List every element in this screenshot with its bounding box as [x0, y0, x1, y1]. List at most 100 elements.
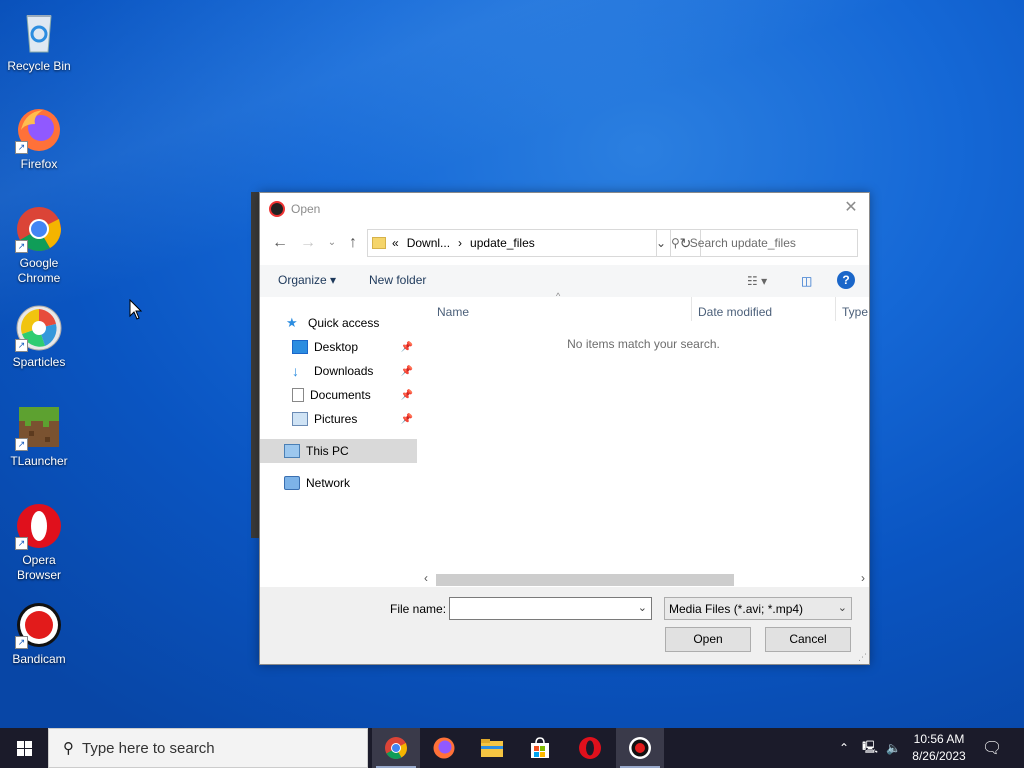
- desktop-icon-opera[interactable]: ↗ Opera Browser: [2, 502, 76, 583]
- file-explorer-icon: [481, 739, 503, 757]
- start-button[interactable]: [0, 728, 48, 768]
- resize-grip-icon[interactable]: ⋰: [858, 652, 867, 663]
- recycle-bin-icon: [15, 8, 63, 56]
- tlauncher-icon: ↗: [15, 403, 63, 451]
- scroll-right-arrow-icon[interactable]: ›: [861, 571, 865, 585]
- desktop-icon-label: Google Chrome: [17, 256, 61, 285]
- dialog-titlebar[interactable]: Open ✕: [260, 193, 869, 224]
- shortcut-arrow-icon: ↗: [15, 438, 28, 451]
- change-view-icon[interactable]: ☷ ▾: [747, 274, 767, 288]
- file-type-filter-value: Media Files (*.avi; *.mp4): [669, 602, 804, 616]
- sparticles-icon: ↗: [15, 304, 63, 352]
- nav-item-label: Documents: [310, 388, 371, 402]
- search-box[interactable]: ⚲ Search update_files: [656, 229, 858, 257]
- bandicam-app-icon: [269, 200, 285, 217]
- downloads-arrow-icon: ↓: [292, 363, 299, 379]
- taskbar-opera[interactable]: [566, 728, 614, 768]
- pin-icon: 📌: [400, 365, 413, 377]
- empty-folder-message: No items match your search.: [567, 337, 720, 351]
- new-folder-button[interactable]: New folder: [369, 273, 426, 287]
- scroll-left-arrow-icon[interactable]: ‹: [424, 571, 428, 585]
- nav-item-quick-access[interactable]: ★ Quick access: [260, 311, 417, 335]
- taskbar-store[interactable]: [516, 728, 564, 768]
- star-icon: ★: [286, 315, 298, 330]
- chrome-icon: [385, 737, 407, 759]
- search-input[interactable]: Search update_files: [690, 236, 796, 250]
- column-header-name[interactable]: Name: [437, 305, 469, 319]
- folder-icon: [372, 237, 386, 249]
- desktop-icon-chrome[interactable]: ↗ Google Chrome: [2, 205, 76, 286]
- shortcut-arrow-icon: ↗: [15, 636, 28, 649]
- column-divider[interactable]: [835, 297, 836, 321]
- file-type-filter[interactable]: Media Files (*.avi; *.mp4) ⌄: [664, 597, 852, 620]
- firefox-icon: ↗: [15, 106, 63, 154]
- preview-pane-icon[interactable]: ◫: [801, 274, 812, 288]
- recent-locations-chevron-icon[interactable]: ⌄: [322, 233, 342, 253]
- nav-item-pictures[interactable]: Pictures 📌: [260, 407, 417, 431]
- column-divider[interactable]: [691, 297, 692, 321]
- address-segment-update-files[interactable]: update_files: [470, 236, 535, 250]
- chrome-icon: ↗: [15, 205, 63, 253]
- taskbar-firefox[interactable]: [420, 728, 468, 768]
- search-icon: ⚲: [671, 236, 680, 250]
- desktop-folder-icon: [292, 340, 308, 354]
- show-hidden-icons-chevron[interactable]: ⌃: [839, 728, 849, 768]
- cancel-button[interactable]: Cancel: [765, 627, 851, 652]
- store-icon: [531, 737, 549, 758]
- notification-center-icon[interactable]: 🗨: [982, 728, 1002, 768]
- mouse-cursor-icon: [129, 298, 143, 324]
- horizontal-scrollbar[interactable]: ‹ ›: [422, 571, 869, 587]
- bandicam-icon: [629, 737, 651, 759]
- open-button[interactable]: Open: [665, 627, 751, 652]
- file-list: ^ Name Date modified Type No items match…: [428, 291, 869, 573]
- nav-item-label: Pictures: [314, 412, 358, 426]
- taskbar-search-box[interactable]: ⚲ Type here to search: [48, 728, 368, 768]
- desktop-icon-sparticles[interactable]: ↗ Sparticles: [2, 304, 76, 370]
- taskbar-bandicam[interactable]: [616, 728, 664, 768]
- network-icon: [284, 476, 300, 490]
- nav-item-documents[interactable]: Documents 📌: [260, 383, 417, 407]
- forward-arrow-icon[interactable]: →: [298, 233, 318, 253]
- up-arrow-icon[interactable]: ↑: [343, 233, 363, 253]
- taskbar-chrome[interactable]: [372, 728, 420, 768]
- firefox-icon: [433, 737, 455, 759]
- documents-icon: [292, 388, 304, 402]
- nav-item-label: Quick access: [308, 316, 380, 330]
- organize-button[interactable]: Organize ▾: [278, 273, 336, 287]
- column-header-type[interactable]: Type: [842, 305, 868, 319]
- taskbar-clock[interactable]: 10:56 AM 8/26/2023: [906, 731, 972, 765]
- address-segment-downloads[interactable]: Downl...: [407, 236, 450, 250]
- opera-icon: [579, 737, 601, 759]
- computer-icon: [284, 444, 300, 458]
- column-header-date-modified[interactable]: Date modified: [698, 305, 772, 319]
- open-file-dialog: Open ✕ ← → ⌄ ↑ « Downl... › update_files…: [259, 192, 870, 665]
- desktop-icon-bandicam[interactable]: ↗ Bandicam: [2, 601, 76, 667]
- clock-time: 10:56 AM: [913, 732, 965, 746]
- shortcut-arrow-icon: ↗: [15, 339, 28, 352]
- close-icon[interactable]: ✕: [841, 198, 861, 218]
- file-name-input[interactable]: ⌄: [449, 597, 652, 620]
- taskbar-file-explorer[interactable]: [468, 728, 516, 768]
- address-bar[interactable]: « Downl... › update_files ⌄ ↻: [367, 229, 701, 257]
- opera-icon: ↗: [15, 502, 63, 550]
- back-arrow-icon[interactable]: ←: [270, 233, 290, 253]
- nav-item-desktop[interactable]: Desktop 📌: [260, 335, 417, 359]
- nav-item-downloads[interactable]: ↓ Downloads 📌: [260, 359, 417, 383]
- volume-icon[interactable]: 🔈: [886, 728, 901, 768]
- taskbar-search-input[interactable]: Type here to search: [82, 740, 215, 757]
- nav-item-this-pc[interactable]: This PC: [260, 439, 417, 463]
- pictures-icon: [292, 412, 308, 426]
- file-name-dropdown-icon[interactable]: ⌄: [638, 601, 647, 614]
- network-tray-icon[interactable]: 🖳: [862, 728, 878, 768]
- help-icon[interactable]: ?: [837, 271, 855, 289]
- scrollbar-thumb[interactable]: [436, 574, 734, 586]
- shortcut-arrow-icon: ↗: [15, 537, 28, 550]
- address-separator: ›: [458, 236, 463, 250]
- desktop-icon-firefox[interactable]: ↗ Firefox: [2, 106, 76, 172]
- desktop-icon-tlauncher[interactable]: ↗ TLauncher: [2, 403, 76, 469]
- desktop-icon-label: Recycle Bin: [7, 59, 71, 73]
- address-overflow-chevrons[interactable]: «: [392, 236, 399, 250]
- desktop-icon-label: Sparticles: [12, 355, 66, 369]
- desktop-icon-recycle-bin[interactable]: Recycle Bin: [2, 8, 76, 74]
- nav-item-network[interactable]: Network: [260, 471, 417, 495]
